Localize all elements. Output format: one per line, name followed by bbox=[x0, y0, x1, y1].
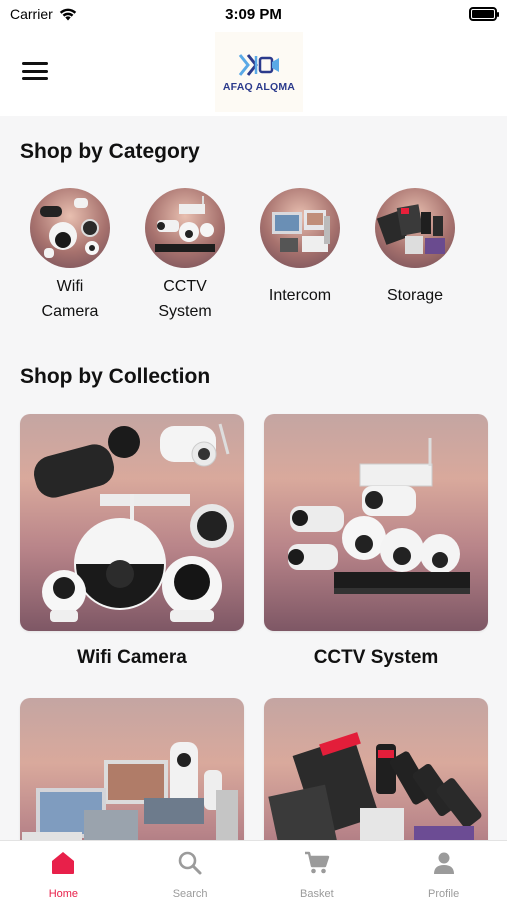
category-label: Intercom bbox=[268, 287, 332, 304]
hamburger-icon-line bbox=[22, 62, 48, 65]
category-label: Storage bbox=[386, 287, 444, 304]
category-image-intercom bbox=[260, 188, 340, 268]
bottom-nav: Home Search Basket Profile bbox=[0, 840, 507, 900]
category-image-storage bbox=[375, 188, 455, 268]
collection-label: CCTV System bbox=[313, 647, 439, 668]
category-list: Wifi Camera CCTV System Intercom Storage bbox=[0, 188, 507, 328]
nav-search-label: Search bbox=[172, 888, 208, 900]
category-label: Wifi Camera bbox=[41, 278, 99, 320]
category-item-storage[interactable]: Storage bbox=[360, 188, 470, 308]
battery-icon bbox=[469, 7, 499, 21]
brand-logo[interactable]: AFAQ ALQMA bbox=[215, 32, 303, 112]
cart-icon bbox=[304, 851, 330, 874]
status-time: 3:09 PM bbox=[225, 5, 282, 23]
nav-basket-label: Basket bbox=[300, 888, 334, 900]
category-image-wifi-camera bbox=[30, 188, 110, 268]
hamburger-icon-line bbox=[22, 69, 48, 73]
collection-image-cctv-system bbox=[264, 414, 488, 631]
status-bar: Carrier 3:09 PM bbox=[0, 0, 507, 28]
logo-text: AFAQ ALQMA bbox=[222, 80, 296, 93]
collection-section-title: Shop by Collection bbox=[20, 365, 211, 388]
nav-search[interactable]: Search bbox=[127, 841, 254, 900]
profile-icon bbox=[433, 852, 454, 874]
nav-profile[interactable]: Profile bbox=[380, 841, 507, 900]
category-item-intercom[interactable]: Intercom bbox=[245, 188, 355, 308]
hamburger-menu-button[interactable] bbox=[22, 60, 48, 82]
hamburger-icon-line bbox=[22, 77, 48, 80]
collection-image-wifi-camera bbox=[20, 414, 244, 631]
search-icon bbox=[178, 851, 202, 875]
collection-card-cctv-system[interactable]: CCTV System bbox=[264, 414, 488, 669]
collection-label: Wifi Camera bbox=[77, 647, 187, 668]
category-image-cctv-system bbox=[145, 188, 225, 268]
category-item-cctv-system[interactable]: CCTV System bbox=[130, 188, 240, 324]
category-label: CCTV System bbox=[158, 278, 212, 320]
nav-home-label: Home bbox=[48, 888, 79, 900]
app-header: AFAQ ALQMA bbox=[0, 28, 507, 116]
home-icon bbox=[52, 852, 75, 874]
category-section-title: Shop by Category bbox=[20, 140, 200, 163]
category-item-wifi-camera[interactable]: Wifi Camera bbox=[15, 188, 125, 324]
logo-mark-icon bbox=[238, 53, 279, 76]
collection-card-wifi-camera[interactable]: Wifi Camera bbox=[20, 414, 244, 669]
nav-basket[interactable]: Basket bbox=[254, 841, 381, 900]
nav-home[interactable]: Home bbox=[0, 841, 127, 900]
nav-profile-label: Profile bbox=[428, 888, 460, 900]
